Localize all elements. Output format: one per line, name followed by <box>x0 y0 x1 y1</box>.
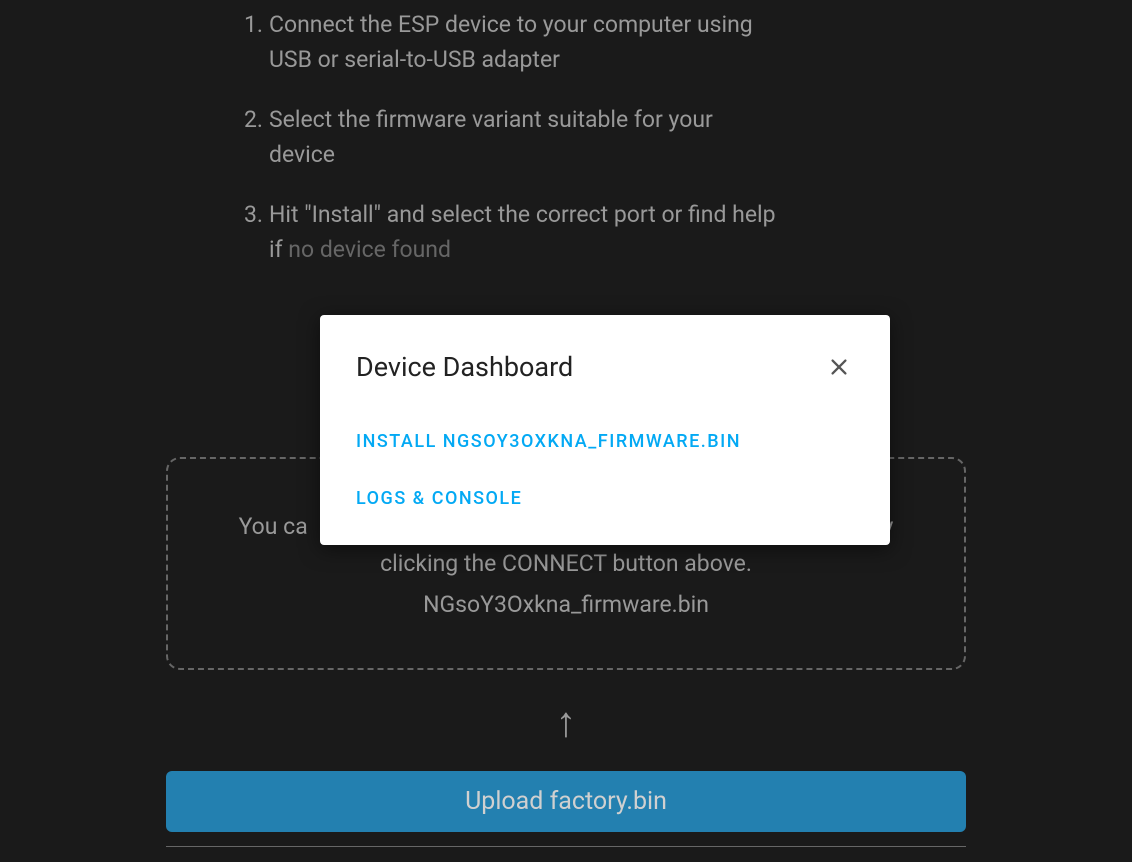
flash-hint-line-2: clicking the CONNECT button above. <box>198 546 934 583</box>
divider <box>166 846 966 847</box>
instruction-item-1: 1. Connect the ESP device to your comput… <box>244 8 1032 77</box>
flash-filename: NGsoY3Oxkna_firmware.bin <box>198 591 934 618</box>
modal-close-button[interactable] <box>824 352 854 382</box>
no-device-found-link[interactable]: no device found <box>288 236 451 263</box>
instructions-list: 1. Connect the ESP device to your comput… <box>244 8 1032 267</box>
instruction-text: Connect the ESP device to your computer … <box>269 8 779 77</box>
instruction-item-2: 2. Select the firmware variant suitable … <box>244 103 1032 172</box>
instruction-item-3: 3. Hit "Install" and select the correct … <box>244 198 1032 267</box>
instruction-number: 3. <box>244 198 263 233</box>
flash-hint-left-fragment: You ca <box>239 513 308 540</box>
arrow-up-icon: ↑ <box>0 698 1132 747</box>
instruction-number: 2. <box>244 103 263 138</box>
instruction-text: Hit "Install" and select the correct por… <box>269 198 779 267</box>
install-firmware-link[interactable]: INSTALL NGSOY3OXKNA_FIRMWARE.BIN <box>356 431 854 452</box>
instruction-number: 1. <box>244 8 263 43</box>
device-dashboard-modal: Device Dashboard INSTALL NGSOY3OXKNA_FIR… <box>320 315 890 545</box>
close-icon <box>828 356 850 378</box>
instruction-text: Select the firmware variant suitable for… <box>269 103 779 172</box>
modal-title: Device Dashboard <box>356 351 573 383</box>
logs-console-link[interactable]: LOGS & CONSOLE <box>356 488 854 509</box>
modal-header: Device Dashboard <box>356 351 854 383</box>
upload-factory-button[interactable]: Upload factory.bin <box>166 771 966 832</box>
